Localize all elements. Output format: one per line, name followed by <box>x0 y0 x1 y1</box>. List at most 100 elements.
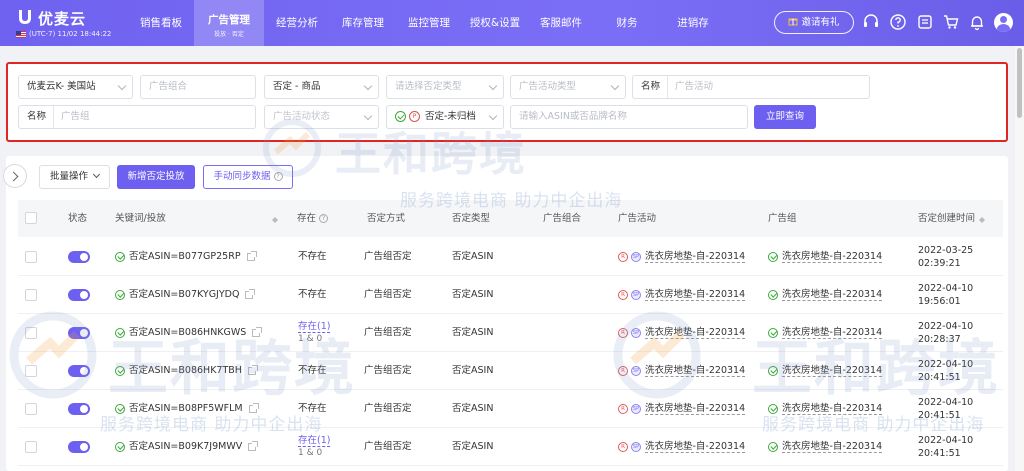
keyword-cell: 否定ASIN=B086HK7TBH <box>115 352 258 390</box>
document-icon[interactable] <box>916 13 934 31</box>
name-mode-select[interactable]: 名称 <box>641 76 669 98</box>
help-icon[interactable] <box>889 13 907 31</box>
manual-sync-button[interactable]: 手动同步数据? <box>203 165 293 189</box>
campaign-name-search[interactable]: 名称 广告活动 <box>632 75 870 99</box>
campaign-link[interactable]: 洗衣房地垫-自-220314 <box>645 251 746 263</box>
external-link-icon[interactable] <box>248 440 259 451</box>
row-checkbox[interactable] <box>25 403 37 415</box>
ad-group-cell[interactable]: 洗衣房地垫-自-220314 <box>768 428 883 466</box>
batch-actions-button[interactable]: 批量操作 <box>39 165 110 189</box>
campaign-status-select[interactable]: 广告活动状态 <box>264 105 379 129</box>
cart-icon[interactable] <box>942 13 960 31</box>
nav-item-business-analysis[interactable]: 经营分析 <box>264 0 330 46</box>
nav-item-monitoring[interactable]: 监控管理 <box>396 0 462 46</box>
status-toggle[interactable] <box>68 289 90 301</box>
nav-item-ad-management[interactable]: 广告管理 投放 · 否定 <box>194 0 264 46</box>
exists-cell: 存在(1) 1 & 0 <box>298 428 331 466</box>
created-time: 20:41:51 <box>918 410 961 421</box>
exists-link[interactable]: 存在(1) <box>298 435 331 447</box>
ad-group-link[interactable]: 洗衣房地垫-自-220314 <box>782 403 883 415</box>
campaign-link[interactable]: 洗衣房地垫-自-220314 <box>645 365 746 377</box>
select-all-checkbox[interactable] <box>25 212 37 224</box>
ad-group-cell[interactable]: 洗衣房地垫-自-220314 <box>768 352 883 390</box>
ad-group-cell[interactable]: 洗衣房地垫-自-220314 <box>768 276 883 314</box>
store-select[interactable]: 优麦云K- 美国站 <box>18 75 133 99</box>
us-flag-icon <box>16 30 26 38</box>
negate-scope-select[interactable]: 否定 - 商品 <box>264 75 379 99</box>
nav-label: 广告管理 <box>208 14 250 26</box>
invite-button[interactable]: 邀请有礼 <box>774 11 854 34</box>
ad-group-cell[interactable]: 洗衣房地垫-自-220314 <box>768 390 883 428</box>
nav-item-auth-settings[interactable]: 授权&设置 <box>462 0 528 46</box>
bell-icon[interactable] <box>968 13 986 31</box>
campaign-cell[interactable]: R SP 洗衣房地垫-自-220314 <box>618 428 746 466</box>
row-checkbox[interactable] <box>25 365 37 377</box>
nav-item-finance[interactable]: 财务 <box>594 0 660 46</box>
campaign-cell[interactable]: R SP 洗衣房地垫-自-220314 <box>618 390 746 428</box>
campaign-cell[interactable]: R SP 洗衣房地垫-自-220314 <box>618 352 746 390</box>
ad-group-cell[interactable]: 洗衣房地垫-自-220314 <box>768 238 883 276</box>
ad-group-name-search[interactable]: 名称 广告组 <box>18 105 256 129</box>
external-link-icon[interactable] <box>252 326 263 337</box>
external-link-icon[interactable] <box>246 250 257 261</box>
nav-item-inventory[interactable]: 库存管理 <box>330 0 396 46</box>
asin-search-input[interactable]: 请输入ASIN或否品牌名称 <box>510 105 748 129</box>
sp-badge-icon: SP <box>631 403 641 414</box>
ad-group-link[interactable]: 洗衣房地垫-自-220314 <box>782 327 883 339</box>
status-toggle[interactable] <box>68 327 90 339</box>
headset-icon[interactable] <box>862 13 880 31</box>
ad-group-cell[interactable]: 洗衣房地垫-自-220314 <box>768 314 883 352</box>
campaign-link[interactable]: 洗衣房地垫-自-220314 <box>645 441 746 453</box>
asin-search-placeholder: 请输入ASIN或否品牌名称 <box>519 111 627 122</box>
created-time-cell: 2022-04-10 20:41:51 <box>918 390 973 428</box>
page-scrollbar[interactable] <box>1015 46 1024 471</box>
campaign-cell[interactable]: R SP 洗衣房地垫-自-220314 <box>618 238 746 276</box>
sort-icon[interactable] <box>268 200 278 237</box>
enabled-check-icon <box>115 403 125 414</box>
ad-group-link[interactable]: 洗衣房地垫-自-220314 <box>782 251 883 263</box>
status-toggle[interactable] <box>68 441 90 453</box>
status-toggle[interactable] <box>68 403 90 415</box>
archive-status-select[interactable]: P 否定-未归档 <box>386 105 504 129</box>
exists-link[interactable]: 存在(1) <box>298 321 331 333</box>
add-negative-targeting-button[interactable]: 新增否定投放 <box>117 165 195 189</box>
row-checkbox[interactable] <box>25 441 37 453</box>
negate-type-select[interactable]: 请选择否定类型 <box>386 75 504 99</box>
campaign-link[interactable]: 洗衣房地垫-自-220314 <box>645 327 746 339</box>
ad-group-link[interactable]: 洗衣房地垫-自-220314 <box>782 441 883 453</box>
ad-group-link[interactable]: 洗衣房地垫-自-220314 <box>782 289 883 301</box>
user-avatar[interactable] <box>994 13 1013 32</box>
created-time-cell: 2022-03-25 02:39:21 <box>918 238 973 276</box>
campaign-status-icon: R <box>618 441 628 452</box>
table-row: 否定ASIN=B08PF5WFLM 不存在 广告组否定 否定ASIN R SP 洗衣… <box>18 390 1003 428</box>
sp-badge-icon: SP <box>631 441 641 452</box>
external-link-icon[interactable] <box>245 288 256 299</box>
brand[interactable]: 优麦云 (UTC-7) 11/02 18:44:22 <box>16 6 126 42</box>
campaign-cell[interactable]: R SP 洗衣房地垫-自-220314 <box>618 276 746 314</box>
ad-group-link[interactable]: 洗衣房地垫-自-220314 <box>782 365 883 377</box>
nav-item-purchase-sales[interactable]: 进销存 <box>660 0 726 46</box>
nav-item-service-email[interactable]: 客服邮件 <box>528 0 594 46</box>
external-link-icon[interactable] <box>248 402 259 413</box>
negate-type-cell: 否定ASIN <box>452 365 494 376</box>
status-toggle[interactable] <box>68 251 90 263</box>
nav-item-sales-dashboard[interactable]: 销售看板 <box>128 0 194 46</box>
row-checkbox[interactable] <box>25 289 37 301</box>
ad-portfolio-select[interactable]: 广告组合 <box>140 75 256 99</box>
status-toggle[interactable] <box>68 365 90 377</box>
created-time-cell: 2022-04-10 20:28:37 <box>918 314 973 352</box>
campaign-type-select[interactable]: 广告活动类型 <box>510 75 626 99</box>
expand-sidebar-button[interactable] <box>3 164 27 188</box>
table-row: 否定ASIN=B07KYGJYDQ 不存在 广告组否定 否定ASIN R SP 洗衣… <box>18 276 1003 314</box>
enabled-check-icon <box>115 327 125 338</box>
header-created-time[interactable]: 否定创建时间 <box>918 200 986 237</box>
row-checkbox[interactable] <box>25 251 37 263</box>
row-checkbox[interactable] <box>25 327 37 339</box>
campaign-cell[interactable]: R SP 洗衣房地垫-自-220314 <box>618 314 746 352</box>
name-mode-select[interactable]: 名称 <box>27 106 55 128</box>
query-button[interactable]: 立即查询 <box>754 105 816 129</box>
campaign-link[interactable]: 洗衣房地垫-自-220314 <box>645 289 746 301</box>
campaign-link[interactable]: 洗衣房地垫-自-220314 <box>645 403 746 415</box>
external-link-icon[interactable] <box>247 364 258 375</box>
scrollbar-thumb[interactable] <box>1017 48 1022 118</box>
